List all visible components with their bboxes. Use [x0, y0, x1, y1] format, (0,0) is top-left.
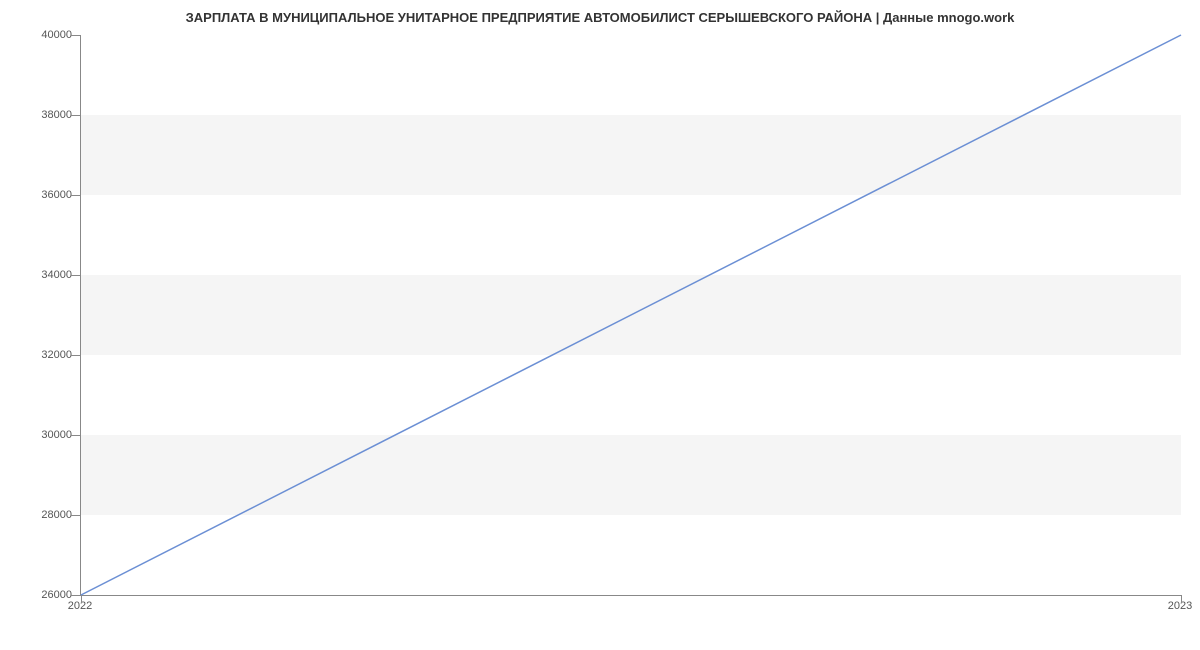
x-tick: [1181, 595, 1182, 603]
y-tick: [71, 515, 81, 516]
y-tick: [71, 435, 81, 436]
y-tick: [71, 595, 81, 596]
x-tick: [81, 595, 82, 603]
y-tick: [71, 195, 81, 196]
x-tick-label: 2022: [68, 600, 92, 612]
y-tick-label: 30000: [41, 429, 72, 441]
chart-container: ЗАРПЛАТА В МУНИЦИПАЛЬНОЕ УНИТАРНОЕ ПРЕДП…: [0, 0, 1200, 650]
y-tick-label: 34000: [41, 269, 72, 281]
x-tick-label: 2023: [1168, 600, 1192, 612]
y-tick-label: 32000: [41, 349, 72, 361]
chart-title: ЗАРПЛАТА В МУНИЦИПАЛЬНОЕ УНИТАРНОЕ ПРЕДП…: [0, 10, 1200, 25]
y-tick-label: 38000: [41, 109, 72, 121]
plot-area: [80, 35, 1181, 596]
data-line: [81, 35, 1181, 595]
y-tick-label: 28000: [41, 509, 72, 521]
y-tick: [71, 35, 81, 36]
y-tick: [71, 115, 81, 116]
y-tick-label: 36000: [41, 189, 72, 201]
y-tick: [71, 275, 81, 276]
y-tick-label: 40000: [41, 29, 72, 41]
y-tick: [71, 355, 81, 356]
